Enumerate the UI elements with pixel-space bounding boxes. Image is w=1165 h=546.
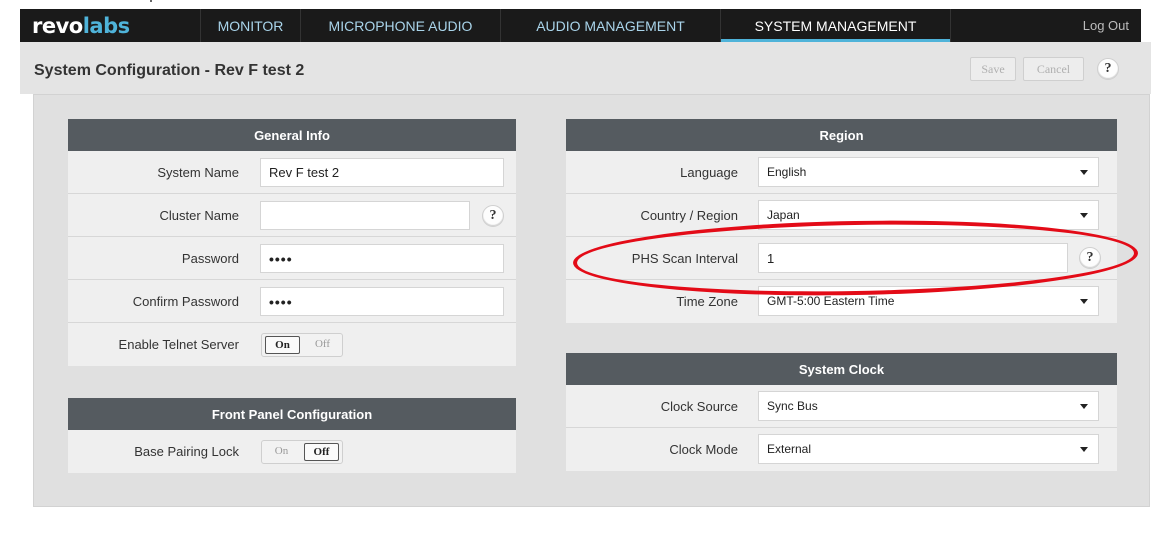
country-label: Country / Region	[640, 208, 738, 223]
telnet-toggle[interactable]: On Off	[261, 333, 343, 357]
logo-text-labs: labs	[82, 13, 130, 38]
stray-dot	[150, 0, 152, 2]
pairing-lock-row: Base Pairing Lock On Off	[68, 430, 516, 473]
country-value: Japan	[767, 208, 800, 222]
pairing-lock-label: Base Pairing Lock	[134, 444, 239, 459]
clock-source-value: Sync Bus	[767, 399, 818, 413]
chevron-down-icon	[1080, 213, 1088, 218]
chevron-down-icon	[1080, 170, 1088, 175]
content-panel: General Info System Name Rev F test 2 Cl…	[33, 94, 1150, 507]
cluster-help-icon[interactable]: ?	[482, 205, 504, 227]
pairing-on-option[interactable]: On	[265, 443, 298, 461]
region-section: Region Language English Country / Region…	[566, 119, 1117, 323]
timezone-value: GMT-5:00 Eastern Time	[767, 294, 895, 308]
chevron-down-icon	[1080, 447, 1088, 452]
section-title: System Clock	[566, 353, 1117, 385]
page-header: System Configuration - Rev F test 2 Save…	[20, 42, 1151, 94]
language-value: English	[767, 165, 807, 179]
section-title: Region	[566, 119, 1117, 151]
system-name-row: System Name Rev F test 2	[68, 151, 516, 194]
system-clock-section: System Clock Clock Source Sync Bus Clock…	[566, 353, 1117, 471]
cluster-name-row: Cluster Name ?	[68, 194, 516, 237]
cancel-button[interactable]: Cancel	[1023, 57, 1084, 81]
system-name-label: System Name	[157, 165, 239, 180]
clock-source-select[interactable]: Sync Bus	[758, 391, 1099, 421]
nav-tab-audio-management[interactable]: AUDIO MANAGEMENT	[500, 9, 720, 42]
section-title: Front Panel Configuration	[68, 398, 516, 430]
top-nav-bar: revo labs MONITOR MICROPHONE AUDIO AUDIO …	[20, 9, 1141, 42]
language-row: Language English	[566, 151, 1117, 194]
cluster-name-label: Cluster Name	[159, 208, 239, 223]
confirm-password-label: Confirm Password	[132, 294, 239, 309]
telnet-off-option[interactable]: Off	[306, 336, 339, 354]
system-name-input[interactable]: Rev F test 2	[260, 158, 504, 187]
front-panel-section: Front Panel Configuration Base Pairing L…	[68, 398, 516, 473]
nav-tab-system-management[interactable]: SYSTEM MANAGEMENT	[720, 9, 950, 42]
nav-tab-monitor[interactable]: MONITOR	[200, 9, 300, 42]
help-icon[interactable]: ?	[1097, 58, 1119, 80]
country-select[interactable]: Japan	[758, 200, 1099, 230]
phs-scan-row: PHS Scan Interval 1 ?	[566, 237, 1117, 280]
logo-text-revo: revo	[32, 13, 83, 38]
pairing-off-option[interactable]: Off	[304, 443, 339, 461]
clock-source-label: Clock Source	[660, 399, 738, 414]
logout-link[interactable]: Log Out	[950, 9, 1141, 42]
phs-scan-label: PHS Scan Interval	[631, 251, 738, 266]
password-input[interactable]: ••••	[260, 244, 504, 273]
password-label: Password	[181, 251, 239, 266]
clock-mode-row: Clock Mode External	[566, 428, 1117, 471]
language-label: Language	[680, 165, 738, 180]
save-button[interactable]: Save	[970, 57, 1016, 81]
revolabs-logo[interactable]: revo labs	[20, 9, 200, 42]
phs-help-icon[interactable]: ?	[1079, 247, 1101, 269]
timezone-select[interactable]: GMT-5:00 Eastern Time	[758, 286, 1099, 316]
clock-mode-select[interactable]: External	[758, 434, 1099, 464]
password-row: Password ••••	[68, 237, 516, 280]
general-info-section: General Info System Name Rev F test 2 Cl…	[68, 119, 516, 366]
timezone-row: Time Zone GMT-5:00 Eastern Time	[566, 280, 1117, 323]
nav-tab-microphone-audio[interactable]: MICROPHONE AUDIO	[300, 9, 500, 42]
telnet-on-option[interactable]: On	[265, 336, 300, 354]
language-select[interactable]: English	[758, 157, 1099, 187]
telnet-label: Enable Telnet Server	[118, 337, 239, 352]
telnet-row: Enable Telnet Server On Off	[68, 323, 516, 366]
country-row: Country / Region Japan	[566, 194, 1117, 237]
chevron-down-icon	[1080, 404, 1088, 409]
chevron-down-icon	[1080, 299, 1088, 304]
clock-mode-label: Clock Mode	[669, 442, 738, 457]
pairing-lock-toggle[interactable]: On Off	[261, 440, 343, 464]
confirm-password-row: Confirm Password ••••	[68, 280, 516, 323]
timezone-label: Time Zone	[676, 294, 738, 309]
clock-source-row: Clock Source Sync Bus	[566, 385, 1117, 428]
clock-mode-value: External	[767, 442, 812, 456]
phs-scan-input[interactable]: 1	[758, 243, 1068, 273]
section-title: General Info	[68, 119, 516, 151]
cluster-name-input[interactable]	[260, 201, 470, 230]
confirm-password-input[interactable]: ••••	[260, 287, 504, 316]
page-title: System Configuration - Rev F test 2	[34, 62, 305, 79]
